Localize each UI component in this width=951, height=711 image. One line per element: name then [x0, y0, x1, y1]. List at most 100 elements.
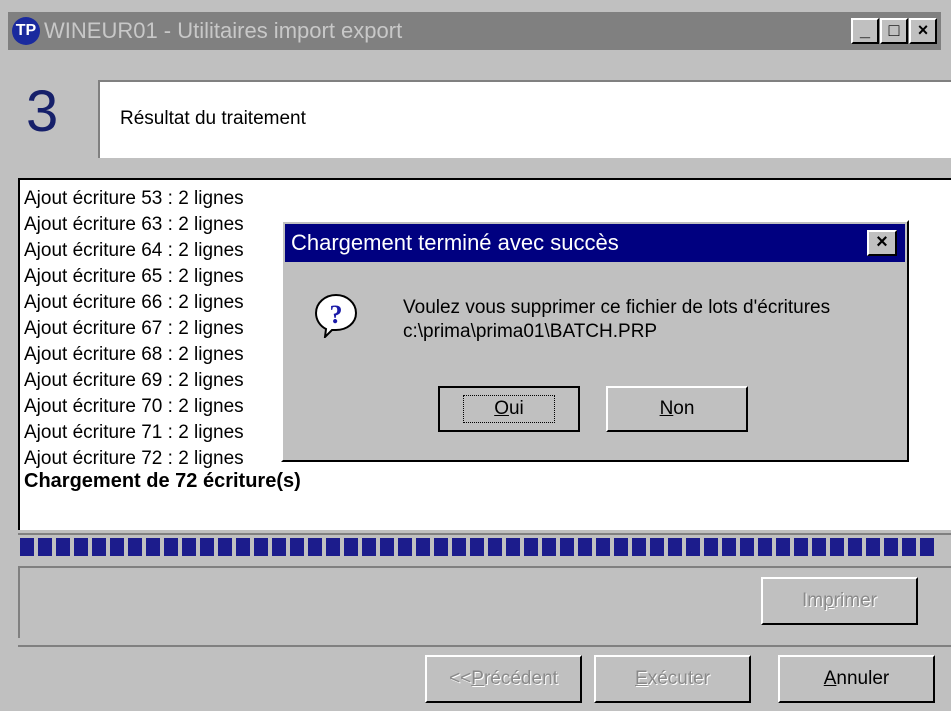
- yes-button[interactable]: Oui: [438, 386, 580, 432]
- previous-label-suffix: récédent: [483, 668, 558, 689]
- progress-segment: [560, 538, 574, 556]
- previous-label-key: P: [471, 668, 484, 689]
- previous-label-prefix: <<: [449, 668, 472, 689]
- print-button[interactable]: Im p rimer: [761, 577, 918, 625]
- log-line: Ajout écriture 63 : 2 lignes: [24, 214, 244, 235]
- progress-segment: [866, 538, 880, 556]
- dialog-file-path: c:\prima\prima01\BATCH.PRP: [403, 321, 658, 342]
- progress-segment: [110, 538, 124, 556]
- question-icon: ?: [314, 293, 358, 338]
- progress-segment: [20, 538, 34, 556]
- confirm-dialog: Chargement terminé avec succès × ? Voule…: [281, 220, 909, 462]
- progress-segment: [578, 538, 592, 556]
- log-line: Ajout écriture 72 : 2 lignes: [24, 448, 244, 469]
- svg-text:?: ?: [330, 300, 343, 329]
- progress-segment: [272, 538, 286, 556]
- progress-segment: [128, 538, 142, 556]
- progress-segment: [182, 538, 196, 556]
- app-logo-icon: TP: [12, 17, 40, 45]
- execute-label-key: E: [635, 668, 648, 689]
- progress-segment: [380, 538, 394, 556]
- progress-segment: [362, 538, 376, 556]
- progress-segment: [74, 538, 88, 556]
- progress-segment: [218, 538, 232, 556]
- log-line: Ajout écriture 68 : 2 lignes: [24, 344, 244, 365]
- progress-segment: [488, 538, 502, 556]
- log-line: Ajout écriture 69 : 2 lignes: [24, 370, 244, 391]
- yes-label-suffix: ui: [508, 398, 524, 419]
- log-line: Ajout écriture 70 : 2 lignes: [24, 396, 244, 417]
- progress-segment: [254, 538, 268, 556]
- progress-segment: [452, 538, 466, 556]
- progress-segment: [290, 538, 304, 556]
- window-title: WINEUR01 - Utilitaires import export: [44, 18, 403, 43]
- no-label-suffix: on: [673, 398, 695, 419]
- step-label: Résultat du traitement: [120, 108, 306, 129]
- step-number: 3: [26, 79, 59, 144]
- progress-segment: [794, 538, 808, 556]
- progress-segment: [758, 538, 772, 556]
- dialog-title-bar[interactable]: Chargement terminé avec succès ×: [285, 224, 905, 262]
- progress-segment: [56, 538, 70, 556]
- progress-segment: [650, 538, 664, 556]
- progress-segment: [668, 538, 682, 556]
- progress-segment: [308, 538, 322, 556]
- print-panel: Im p rimer: [18, 566, 951, 638]
- dialog-message: Voulez vous supprimer ce fichier de lots…: [403, 296, 830, 344]
- progress-segment: [416, 538, 430, 556]
- progress-segment: [524, 538, 538, 556]
- cancel-button[interactable]: Annuler: [778, 655, 935, 703]
- progress-segment: [92, 538, 106, 556]
- minimize-button[interactable]: _: [851, 18, 879, 44]
- step-label-box: Résultat du traitement: [98, 80, 951, 158]
- progress-segment: [776, 538, 790, 556]
- progress-segment: [326, 538, 340, 556]
- progress-bar: [18, 533, 951, 559]
- progress-segment: [722, 538, 736, 556]
- close-button[interactable]: ×: [909, 18, 937, 44]
- progress-segment: [146, 538, 160, 556]
- progress-segment: [902, 538, 916, 556]
- execute-label-suffix: xécuter: [647, 668, 710, 689]
- dialog-close-button[interactable]: ×: [867, 230, 897, 256]
- no-label-key: N: [659, 398, 674, 419]
- progress-segment: [38, 538, 52, 556]
- progress-segment: [632, 538, 646, 556]
- log-line: Ajout écriture 65 : 2 lignes: [24, 266, 244, 287]
- dialog-message-line1: Voulez vous supprimer ce fichier de lots…: [403, 297, 831, 318]
- progress-segment: [434, 538, 448, 556]
- progress-segment: [614, 538, 628, 556]
- dialog-title: Chargement terminé avec succès: [291, 230, 619, 255]
- main-window: TP WINEUR01 - Utilitaires import export …: [0, 0, 951, 711]
- progress-segment: [830, 538, 844, 556]
- progress-segment: [596, 538, 610, 556]
- cancel-label-key: A: [823, 668, 837, 689]
- execute-button[interactable]: Exécuter: [594, 655, 751, 703]
- progress-segment: [470, 538, 484, 556]
- maximize-button[interactable]: □: [880, 18, 908, 44]
- progress-segment: [200, 538, 214, 556]
- log-line: Ajout écriture 53 : 2 lignes: [24, 188, 244, 209]
- yes-focus-frame: Oui: [463, 395, 555, 423]
- previous-button[interactable]: << Précédent: [425, 655, 582, 703]
- log-line: Ajout écriture 66 : 2 lignes: [24, 292, 244, 313]
- progress-segment: [704, 538, 718, 556]
- log-summary: Chargement de 72 écriture(s): [24, 470, 301, 492]
- progress-segment: [740, 538, 754, 556]
- footer-panel: << Précédent Exécuter Annuler: [18, 645, 951, 711]
- progress-segment: [848, 538, 862, 556]
- no-button[interactable]: Non: [606, 386, 748, 432]
- progress-segment: [506, 538, 520, 556]
- progress-segment: [344, 538, 358, 556]
- progress-segment: [920, 538, 934, 556]
- print-label-key: p: [823, 590, 834, 611]
- cancel-label-suffix: nnuler: [836, 668, 890, 689]
- step-header: 3 Résultat du traitement: [8, 50, 951, 170]
- title-bar[interactable]: TP WINEUR01 - Utilitaires import export …: [8, 12, 941, 50]
- progress-segment: [686, 538, 700, 556]
- print-label-prefix: Im: [802, 590, 824, 611]
- progress-segment: [236, 538, 250, 556]
- log-line: Ajout écriture 71 : 2 lignes: [24, 422, 244, 443]
- progress-segment: [164, 538, 178, 556]
- print-label-suffix: rimer: [833, 590, 877, 611]
